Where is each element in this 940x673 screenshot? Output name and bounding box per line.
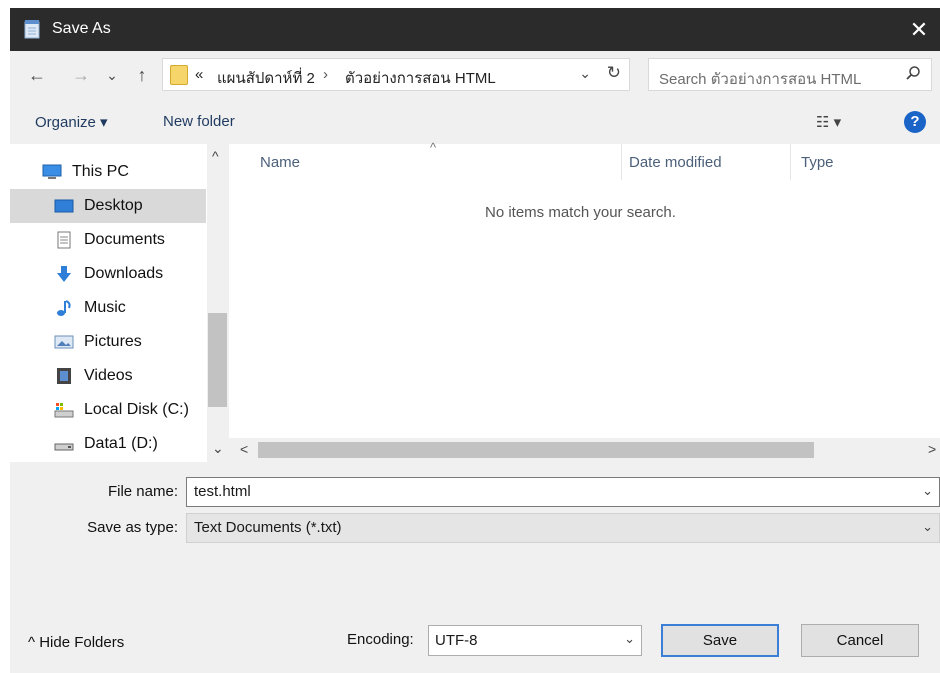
local-disk-icon bbox=[54, 403, 74, 418]
desktop-icon bbox=[54, 199, 74, 213]
save-as-type-value: Text Documents (*.txt) bbox=[194, 519, 342, 536]
sidebar-scrollbar[interactable] bbox=[207, 144, 228, 462]
encoding-select[interactable]: UTF-8 ⌄ bbox=[428, 625, 642, 656]
scroll-down-icon[interactable]: ⌄ bbox=[212, 440, 224, 457]
cancel-button[interactable]: Cancel bbox=[801, 624, 919, 657]
search-input[interactable]: Search ตัวอย่างการสอน HTML bbox=[659, 67, 861, 91]
address-dropdown-icon[interactable]: ⌄ bbox=[579, 65, 591, 82]
help-icon[interactable]: ? bbox=[904, 111, 926, 133]
address-bar[interactable]: « แผนสัปดาห์ที่ 2 › ตัวอย่างการสอน HTML … bbox=[162, 58, 630, 91]
sort-ascending-icon: ^ bbox=[430, 140, 437, 155]
window-title: Save As bbox=[52, 20, 111, 37]
computer-icon bbox=[42, 164, 62, 179]
save-as-type-label: Save as type: bbox=[87, 519, 178, 536]
videos-icon bbox=[57, 368, 71, 384]
recent-locations-chevron-icon[interactable]: ⌄ bbox=[104, 63, 120, 87]
breadcrumb-parent[interactable]: แผนสัปดาห์ที่ 2 bbox=[217, 66, 315, 90]
forward-arrow-icon[interactable]: → bbox=[70, 63, 92, 87]
hide-folders-button[interactable]: ^ Hide Folders bbox=[28, 634, 124, 651]
file-name-field[interactable]: test.html ⌄ bbox=[186, 477, 940, 507]
chevron-down-icon[interactable]: ⌄ bbox=[624, 631, 635, 647]
column-header-date-modified[interactable]: Date modified bbox=[629, 154, 722, 171]
file-name-value[interactable]: test.html bbox=[194, 483, 251, 500]
drive-icon bbox=[54, 443, 74, 451]
save-as-type-select[interactable]: Text Documents (*.txt) ⌄ bbox=[186, 513, 940, 543]
scroll-left-icon[interactable]: < bbox=[240, 441, 248, 457]
empty-message: No items match your search. bbox=[485, 204, 676, 221]
refresh-icon[interactable]: ↻ bbox=[607, 63, 621, 83]
search-icon[interactable] bbox=[905, 65, 921, 81]
column-divider[interactable] bbox=[621, 144, 622, 180]
music-icon bbox=[57, 300, 71, 316]
close-icon[interactable]: ✕ bbox=[898, 8, 940, 51]
breadcrumb-overflow[interactable]: « bbox=[195, 66, 203, 83]
notepad-icon bbox=[24, 20, 40, 39]
new-folder-button[interactable]: New folder bbox=[163, 113, 235, 130]
column-header-type[interactable]: Type bbox=[801, 154, 834, 171]
chevron-down-icon[interactable]: ⌄ bbox=[922, 519, 933, 535]
documents-icon bbox=[57, 231, 71, 249]
column-divider[interactable] bbox=[790, 144, 791, 180]
organize-button[interactable]: Organize ▾ bbox=[35, 113, 108, 131]
title-bar: Save As ✕ bbox=[10, 8, 940, 51]
encoding-label: Encoding: bbox=[347, 631, 414, 648]
file-list-scrollbar-thumb[interactable] bbox=[258, 442, 814, 458]
file-list-pane bbox=[229, 144, 940, 462]
chevron-down-icon[interactable]: ⌄ bbox=[922, 483, 933, 499]
scroll-right-icon[interactable]: > bbox=[928, 441, 936, 457]
pictures-icon bbox=[54, 335, 74, 349]
file-name-label: File name: bbox=[107, 483, 178, 500]
back-arrow-icon[interactable]: ← bbox=[26, 63, 48, 87]
encoding-value: UTF-8 bbox=[435, 632, 478, 649]
column-header-name[interactable]: Name bbox=[260, 154, 300, 171]
breadcrumb-current[interactable]: ตัวอย่างการสอน HTML bbox=[345, 66, 496, 90]
view-options-icon[interactable]: ☷ ▾ bbox=[816, 113, 841, 131]
search-box[interactable]: Search ตัวอย่างการสอน HTML bbox=[648, 58, 932, 91]
folder-icon bbox=[170, 65, 188, 85]
breadcrumb-separator-icon[interactable]: › bbox=[323, 66, 328, 83]
save-button[interactable]: Save bbox=[661, 624, 779, 657]
sidebar-scrollbar-thumb[interactable] bbox=[208, 313, 227, 407]
up-arrow-icon[interactable]: ↑ bbox=[131, 63, 153, 87]
scroll-up-icon[interactable]: ^ bbox=[212, 148, 219, 164]
downloads-icon bbox=[57, 266, 71, 282]
